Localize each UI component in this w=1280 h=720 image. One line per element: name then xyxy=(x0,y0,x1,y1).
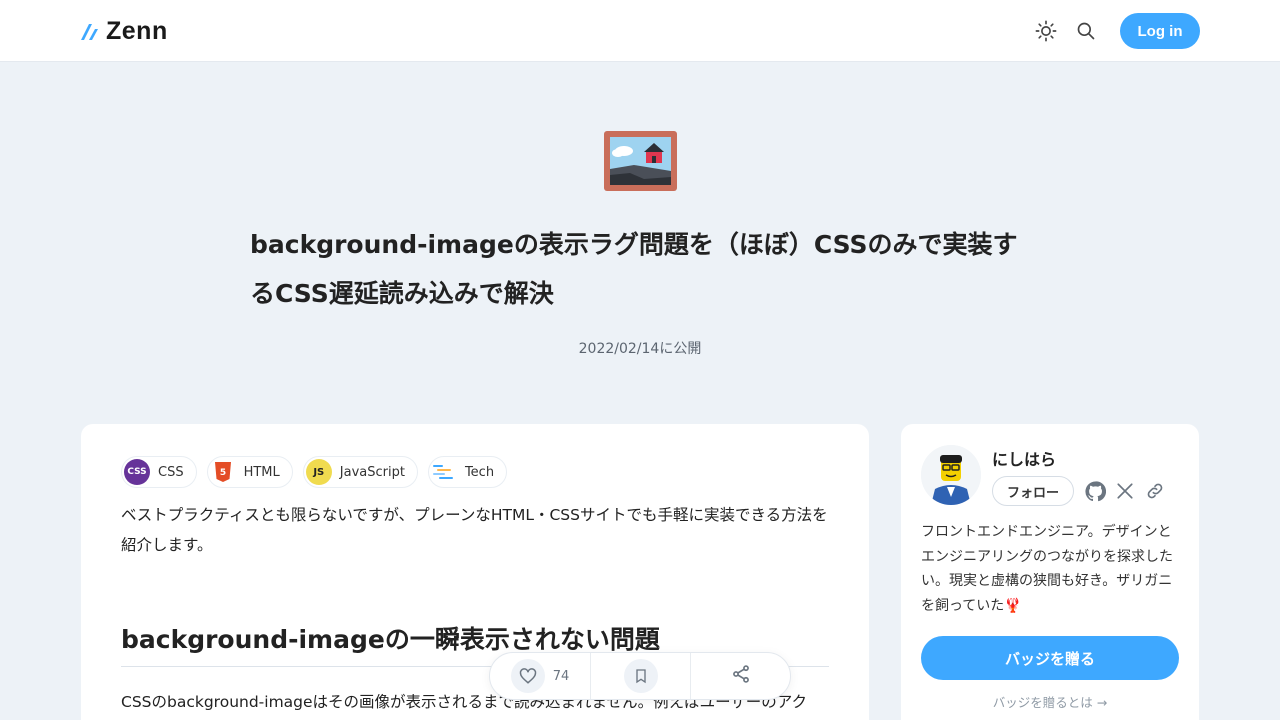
zenn-logo-icon xyxy=(81,24,98,40)
like-button[interactable] xyxy=(510,659,545,693)
bookmark-action xyxy=(590,653,690,699)
heart-icon xyxy=(519,668,536,684)
topic-label: CSS xyxy=(158,464,184,480)
article-intro: ベストプラクティスとも限らないですが、プレーンなHTML・CSSサイトでも手軽に… xyxy=(121,506,828,554)
topic-label: JavaScript xyxy=(339,464,405,480)
floating-action-bar: 74 xyxy=(489,652,791,700)
github-icon[interactable] xyxy=(1084,480,1106,502)
send-badge-button[interactable]: バッジを贈る xyxy=(921,636,1179,680)
author-name[interactable]: にしはら xyxy=(992,446,1056,470)
share-button[interactable] xyxy=(731,664,751,688)
article-title: background-imageの表示ラグ問題を（ほぼ）CSSのみで実装するCS… xyxy=(250,230,1018,308)
theme-toggle-icon[interactable] xyxy=(1034,19,1058,43)
topic-html[interactable]: 5 HTML xyxy=(206,456,293,488)
x-icon[interactable] xyxy=(1114,480,1136,502)
topic-css[interactable]: CSS CSS xyxy=(121,456,197,488)
arrow-right-icon: → xyxy=(1096,695,1108,710)
topic-list: CSS CSS 5 HTML JS JavaScript Tech xyxy=(121,456,508,488)
published-date: 2022/02/14に公開 xyxy=(578,341,702,357)
logo-text: Zenn xyxy=(106,16,168,45)
search-icon[interactable] xyxy=(1074,19,1098,43)
topic-label: Tech xyxy=(464,464,495,480)
framed-picture-emoji-icon xyxy=(604,131,677,191)
like-action: 74 xyxy=(490,653,590,699)
avatar[interactable] xyxy=(921,445,981,505)
svg-text:5: 5 xyxy=(219,468,225,478)
topic-tech[interactable]: Tech xyxy=(427,456,508,488)
badge-info-label: バッジを贈るとは xyxy=(992,695,1093,710)
login-button[interactable]: Log in xyxy=(1120,13,1200,49)
css-icon: CSS xyxy=(124,459,150,485)
bookmark-icon xyxy=(635,669,646,684)
share-icon xyxy=(732,665,749,683)
like-count: 74 xyxy=(552,668,570,684)
author-card: にしはら フォロー フロントエンドエンジニア。デザインとエンジニアリングのつなが… xyxy=(901,424,1199,720)
share-action xyxy=(690,653,790,699)
badge-info-link[interactable]: バッジを贈るとは → xyxy=(901,692,1199,711)
link-icon[interactable] xyxy=(1144,480,1166,502)
author-bio: フロントエンドエンジニア。デザインとエンジニアリングのつながりを探求したい。現実… xyxy=(921,524,1173,614)
tech-icon xyxy=(431,459,457,485)
site-header: Zenn Log in xyxy=(0,0,1280,62)
follow-button[interactable]: フォロー xyxy=(992,476,1074,506)
html5-icon: 5 xyxy=(210,459,236,485)
bookmark-button[interactable] xyxy=(623,659,658,693)
javascript-icon: JS xyxy=(305,459,332,485)
topic-label: HTML xyxy=(243,464,280,480)
topic-javascript[interactable]: JS JavaScript xyxy=(302,456,418,488)
zenn-logo[interactable]: Zenn xyxy=(80,17,168,45)
